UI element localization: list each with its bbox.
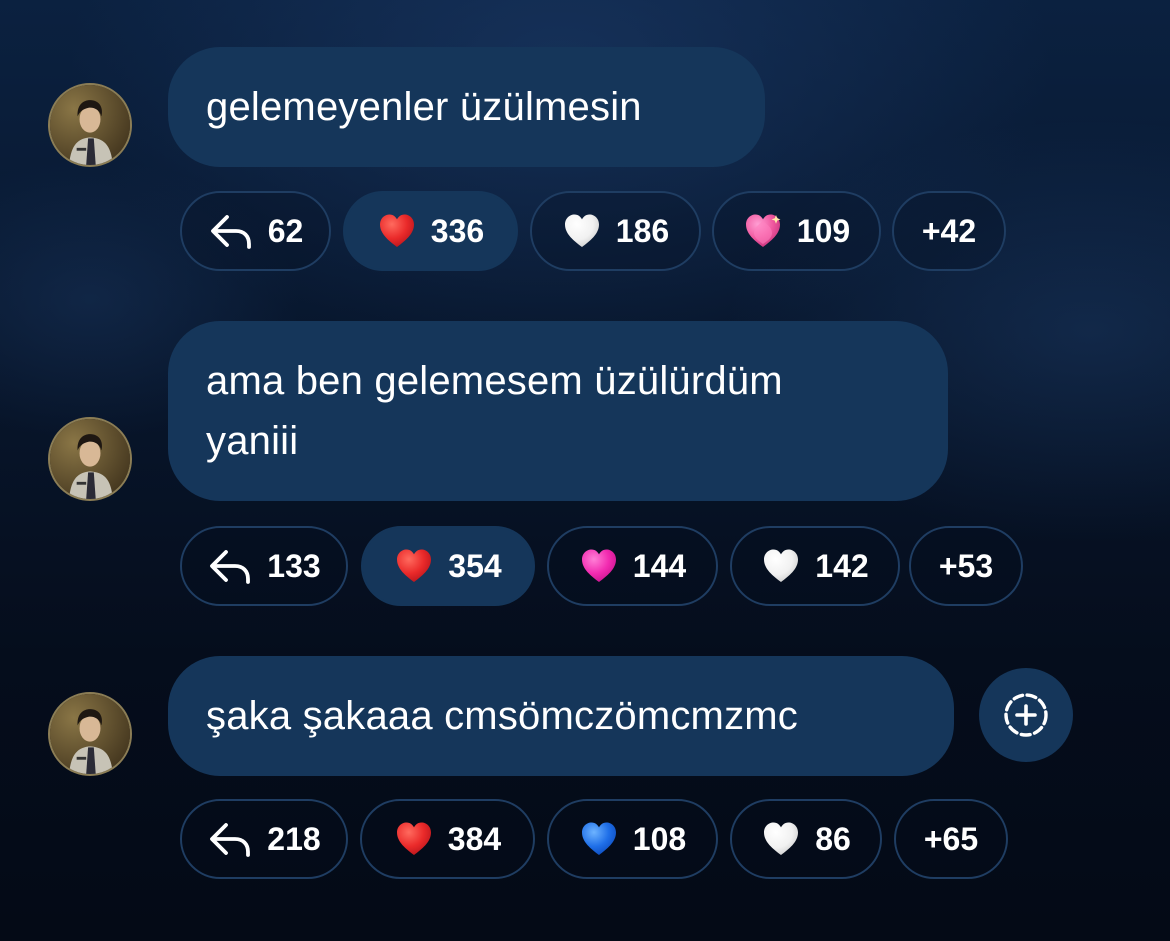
reply-count: 62 <box>267 212 304 249</box>
message-text: gelemeyenler üzülmesin <box>206 85 642 129</box>
reaction-count: 109 <box>796 212 851 249</box>
more-reactions-button[interactable]: +65 <box>894 799 1008 879</box>
reaction-count: 336 <box>430 212 485 249</box>
reply-count-button[interactable]: 218 <box>180 799 348 879</box>
reaction-white-heart[interactable]: 142 <box>730 526 900 606</box>
reaction-count: 108 <box>632 820 687 857</box>
reply-icon <box>208 211 254 251</box>
reaction-count: 186 <box>615 212 670 249</box>
message-text-line: ama ben gelemesem üzülürdüm <box>206 359 783 403</box>
message-bubble[interactable]: ama ben gelemesem üzülürdüm yaniii <box>168 321 948 501</box>
avatar[interactable] <box>48 417 132 501</box>
reply-count-button[interactable]: 62 <box>180 191 331 271</box>
reaction-pink-heart[interactable]: 144 <box>547 526 718 606</box>
reaction-count: 384 <box>447 820 502 857</box>
avatar[interactable] <box>48 83 132 167</box>
red-heart-icon <box>394 546 434 586</box>
reaction-red-heart[interactable]: 336 <box>343 191 518 271</box>
white-heart-icon <box>761 819 801 859</box>
reaction-count: 354 <box>448 547 502 584</box>
avatar[interactable] <box>48 692 132 776</box>
pink-heart-icon <box>579 546 619 586</box>
more-reactions-count: +53 <box>938 547 994 584</box>
reply-icon <box>207 819 253 859</box>
more-reactions-button[interactable]: +53 <box>909 526 1023 606</box>
message-text: şaka şakaaa cmsömczömcmzmc <box>206 694 798 738</box>
add-reaction-button[interactable] <box>979 668 1073 762</box>
reaction-count: 142 <box>815 547 869 584</box>
more-reactions-button[interactable]: +42 <box>892 191 1006 271</box>
add-reaction-icon <box>1004 693 1048 737</box>
reaction-sparkling-heart[interactable]: 109 <box>712 191 881 271</box>
message-bubble[interactable]: gelemeyenler üzülmesin <box>168 47 765 167</box>
more-reactions-count: +65 <box>923 820 979 857</box>
reaction-count: 144 <box>632 547 687 584</box>
white-heart-icon <box>562 211 602 251</box>
reply-icon <box>207 546 253 586</box>
reply-count: 218 <box>267 820 321 857</box>
red-heart-icon <box>377 211 417 251</box>
blue-heart-icon <box>579 819 619 859</box>
reaction-blue-heart[interactable]: 108 <box>547 799 718 879</box>
message-bubble[interactable]: şaka şakaaa cmsömczömcmzmc <box>168 656 954 776</box>
white-heart-icon <box>761 546 801 586</box>
reaction-red-heart[interactable]: 384 <box>360 799 535 879</box>
more-reactions-count: +42 <box>921 212 977 249</box>
reaction-white-heart[interactable]: 186 <box>530 191 701 271</box>
red-heart-icon <box>394 819 434 859</box>
reply-count: 133 <box>267 547 321 584</box>
sparkling-heart-icon <box>743 211 781 251</box>
message-text-line: yaniii <box>206 419 299 463</box>
reaction-red-heart[interactable]: 354 <box>361 526 535 606</box>
reaction-white-heart[interactable]: 86 <box>730 799 882 879</box>
reaction-count: 86 <box>815 820 851 857</box>
reply-count-button[interactable]: 133 <box>180 526 348 606</box>
